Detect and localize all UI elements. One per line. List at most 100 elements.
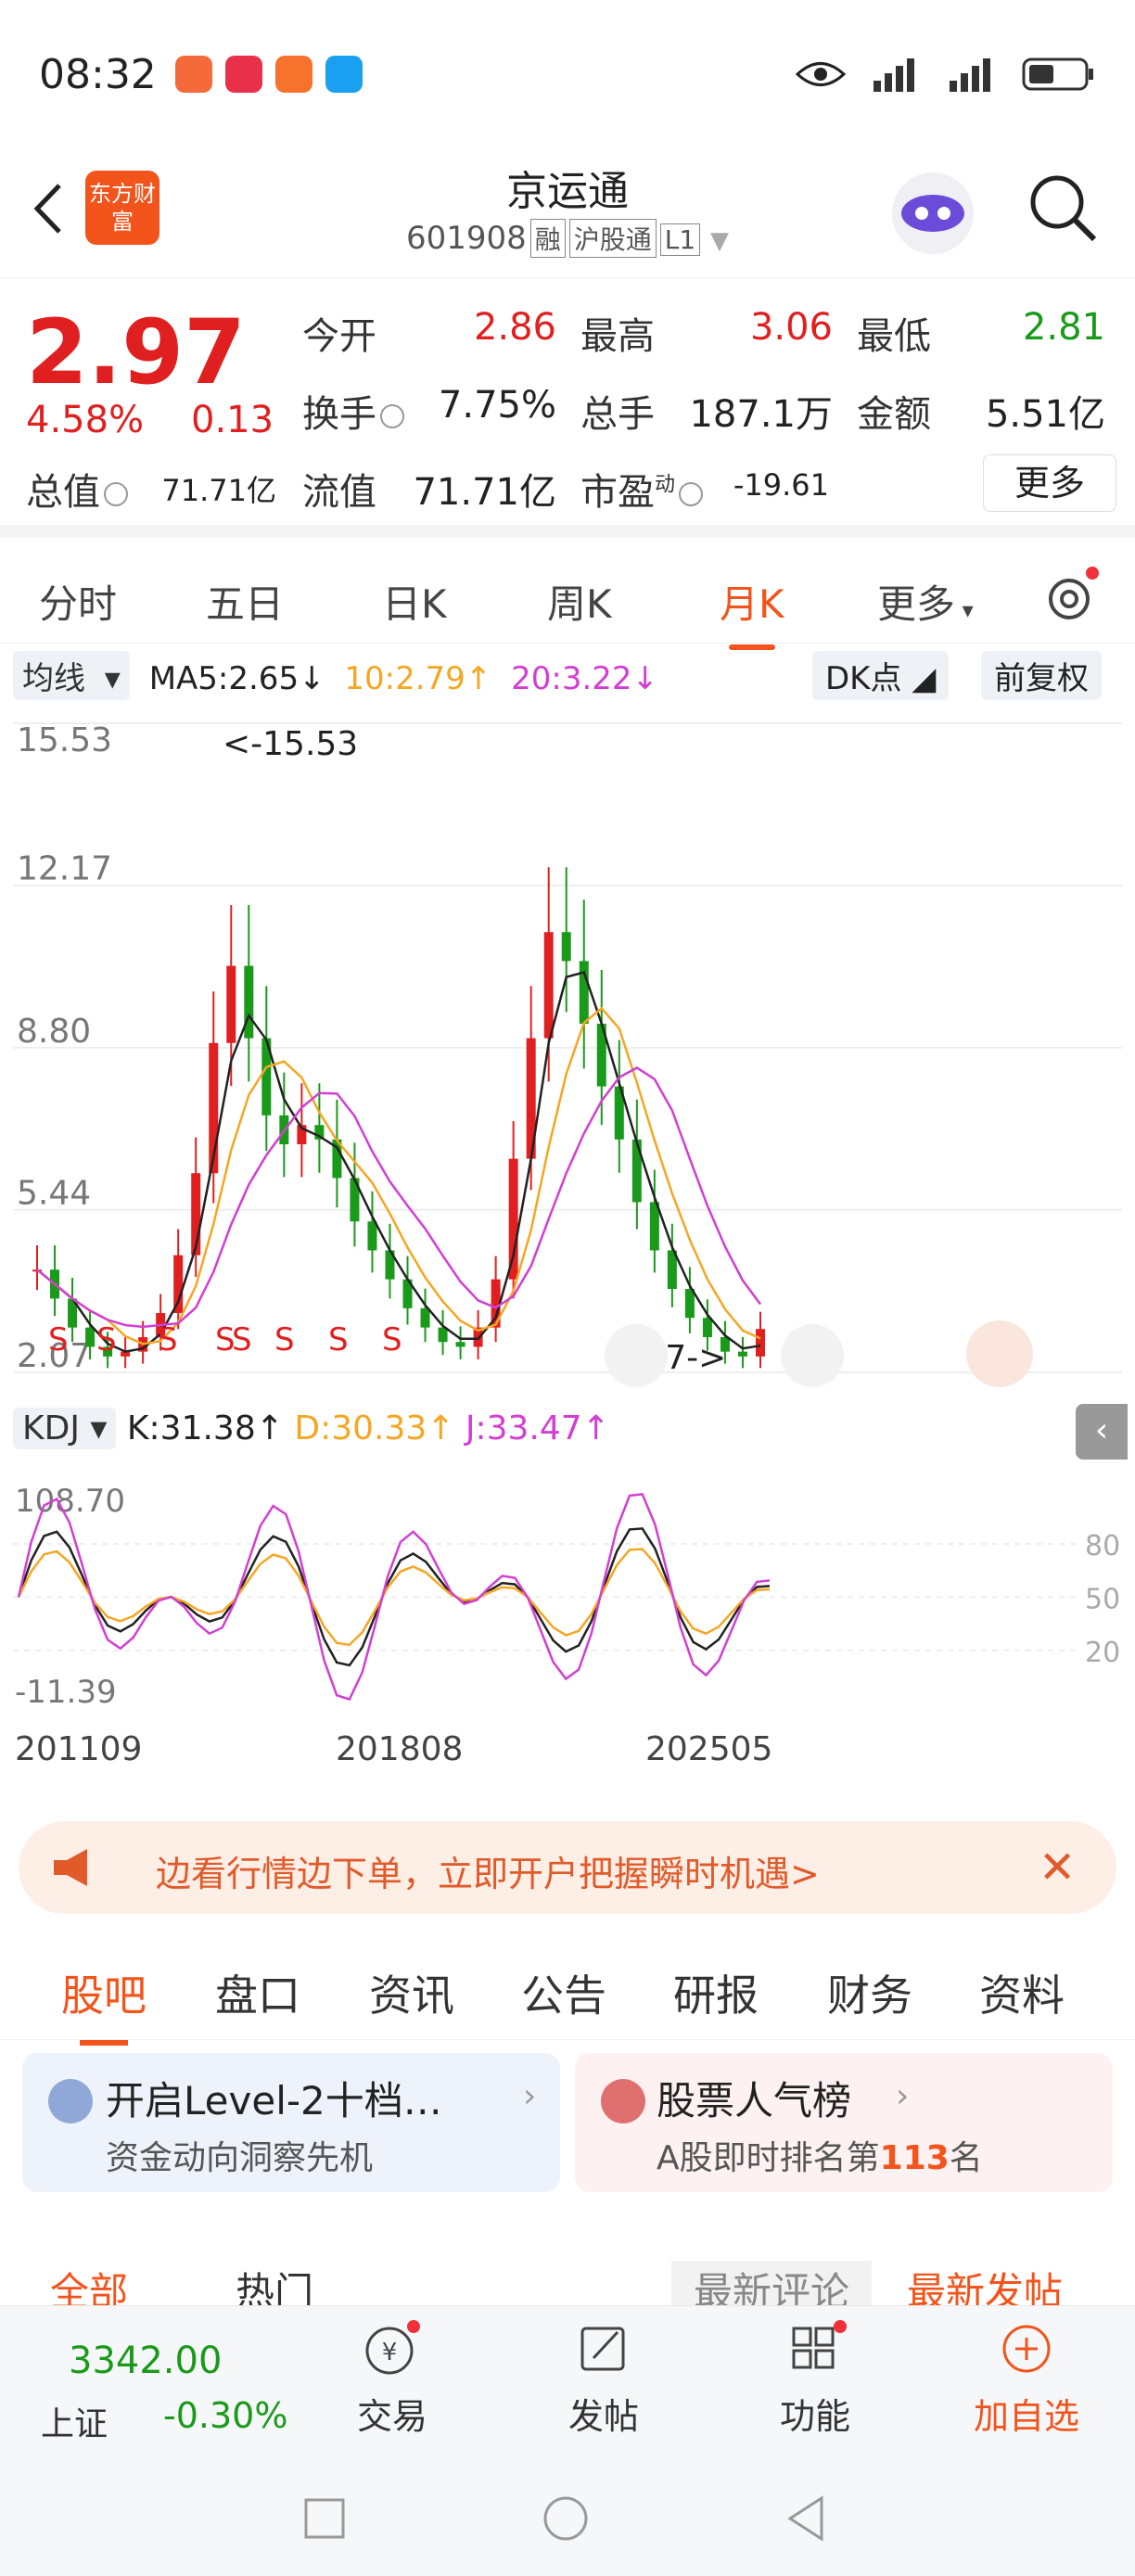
nav-functions[interactable]: 功能 [746, 2319, 885, 2449]
sell-signal-marker: S [382, 1321, 402, 1358]
tab-more[interactable]: 更多 ▾ [877, 573, 974, 630]
tab-intraday[interactable]: 分时 [39, 573, 117, 630]
change-amount: 0.13 [191, 399, 274, 441]
pe-label: 市盈动 [580, 462, 704, 516]
low-label: 最低 [857, 315, 931, 358]
candle-body [756, 1329, 765, 1357]
close-icon[interactable]: ✕ [1039, 1842, 1076, 1894]
tab-weekly-k[interactable]: 周K [547, 573, 612, 630]
quote-panel: 2.97 4.58% 0.13 今开 2.86 最高 3.06 最低 2.81 … [0, 278, 1135, 538]
level2-card[interactable]: 开启Level-2十档… 资金动向洞察先机 › [22, 2053, 560, 2192]
dk-point-button[interactable]: DK点 ◢ [812, 651, 950, 700]
high-label: 最高 [580, 315, 655, 358]
amount-value: 5.51亿 [985, 393, 1105, 436]
ma-selector[interactable]: 均线 ▾ [13, 651, 130, 700]
recent-apps-icon[interactable] [302, 2496, 347, 2541]
kdj-selector[interactable]: KDJ ▾ [13, 1408, 117, 1449]
pan-right-button [781, 1324, 844, 1387]
tab-profile[interactable]: 资料 [979, 1962, 1065, 2023]
kdj-chart[interactable]: 108.70 -11.39 80 50 20 [0, 1474, 1135, 1715]
search-icon[interactable] [1024, 169, 1100, 245]
card-subtitle: 资金动向洞察先机 [106, 2139, 374, 2177]
connect-tag: 沪股通 [568, 219, 657, 258]
chevron-right-icon: › [896, 2077, 910, 2115]
popularity-card[interactable]: 股票人气榜 A股即时排名第113名 › [575, 2053, 1113, 2192]
tab-research[interactable]: 研报 [673, 1962, 759, 2023]
period-tabs: 分时 五日 日K 周K 月K 更多 ▾ [0, 551, 1135, 650]
turnover-label: 换手 [302, 384, 404, 438]
open-value: 2.86 [473, 306, 556, 349]
candle-body [367, 1221, 377, 1251]
low-value: 2.81 [1022, 306, 1105, 349]
collapse-panel-button[interactable]: ‹ [1076, 1404, 1128, 1460]
change-percent: 4.58% [26, 399, 145, 441]
info-icon[interactable] [380, 404, 404, 428]
ma20-legend: 20:3.22↓ [511, 660, 659, 697]
tab-news[interactable]: 资讯 [369, 1962, 454, 2023]
gear-icon[interactable] [1039, 566, 1100, 627]
chevron-right-icon: › [523, 2077, 537, 2115]
mktcap-value: 71.71亿 [161, 473, 276, 508]
chevron-down-icon: ▾ [955, 597, 974, 623]
adjustment-button[interactable]: 前复权 [981, 651, 1102, 700]
chevron-down-icon: ▼ [710, 227, 730, 255]
info-icon[interactable] [679, 482, 704, 506]
sell-signal-marker: S [158, 1321, 178, 1358]
stock-header: 东方财富 京运通 601908 融沪股通 L1 ▼ [0, 148, 1135, 278]
stock-code: 601908 [405, 220, 527, 257]
candle-body [702, 1318, 712, 1338]
info-icon[interactable] [104, 482, 128, 506]
candle-body [85, 1327, 96, 1347]
tab-five-day[interactable]: 五日 [206, 573, 284, 630]
tab-daily-k[interactable]: 日K [382, 573, 447, 630]
tab-financials[interactable]: 财务 [827, 1962, 912, 2023]
kdj-k-legend: K:31.38↑ [126, 1409, 284, 1447]
candle-body [244, 965, 254, 1039]
eye-icon [796, 62, 846, 86]
kline-chart-area[interactable]: 均线 ▾ MA5:2.65↓ 10:2.79↑ 20:3.22↓ DK点 ◢ 前… [0, 644, 1135, 1775]
sell-signal-marker: S [48, 1321, 69, 1358]
kdj-d-legend: D:30.33↑ [294, 1409, 455, 1447]
more-quote-button[interactable]: 更多 [983, 454, 1116, 512]
candle-body [579, 961, 589, 1024]
last-price: 2.97 [26, 300, 246, 404]
candle-body [737, 1351, 747, 1357]
candle-body [420, 1307, 430, 1328]
grid-icon [792, 2320, 847, 2369]
candlestick-chart[interactable]: 15.5312.178.805.442.07<-15.532.07->S S S SS… [0, 705, 1135, 1391]
home-icon[interactable] [542, 2494, 590, 2543]
kdj-y-tick-label: 20 [1085, 1637, 1120, 1669]
candle-body [543, 932, 554, 1039]
pe-value: -19.61 [733, 467, 829, 503]
tab-forum[interactable]: 股吧 [61, 1962, 147, 2046]
robot-assistant-icon[interactable] [886, 167, 979, 260]
kdj-y-min-label: -11.39 [15, 1674, 117, 1711]
megaphone-icon [54, 1849, 87, 1886]
index-value: 3342.00 [69, 2340, 223, 2382]
tab-order-book[interactable]: 盘口 [215, 1962, 300, 2023]
nav-post[interactable]: 发帖 [534, 2319, 673, 2449]
candle-body [173, 1255, 184, 1314]
app-notification-icon [274, 56, 312, 93]
ranking-icon [601, 2079, 645, 2123]
signal-icon-2 [950, 58, 990, 92]
nav-trade[interactable]: ¥ 交易 [323, 2319, 462, 2449]
signal-icon [874, 58, 914, 92]
kdj-legend: KDJ ▾ K:31.38↑ D:30.33↑ J:33.47↑ [13, 1408, 610, 1449]
level2-icon [48, 2079, 93, 2123]
status-time: 08:32 [39, 50, 157, 98]
candle-body [508, 1158, 518, 1280]
kdj-j-legend: J:33.47↑ [465, 1409, 610, 1447]
content-tabs: 股吧 盘口 资讯 公告 研报 财务 资料 [0, 1947, 1135, 2046]
nav-add-watchlist[interactable]: 加自选 [957, 2319, 1096, 2449]
x-tick-label: 201808 [336, 1730, 464, 1768]
volume-label: 总手 [580, 393, 655, 436]
tab-announcements[interactable]: 公告 [521, 1962, 606, 2023]
back-nav-icon[interactable] [784, 2494, 829, 2543]
tab-monthly-k[interactable]: 月K [720, 573, 784, 650]
promo-banner[interactable]: 边看行情边下单，立即开户把握瞬时机遇> ✕ [19, 1821, 1116, 1914]
app-notification-icon [325, 56, 363, 93]
candle-body [631, 1139, 642, 1203]
edit-icon [580, 2327, 625, 2371]
kdj-y-max-label: 108.70 [15, 1483, 125, 1520]
